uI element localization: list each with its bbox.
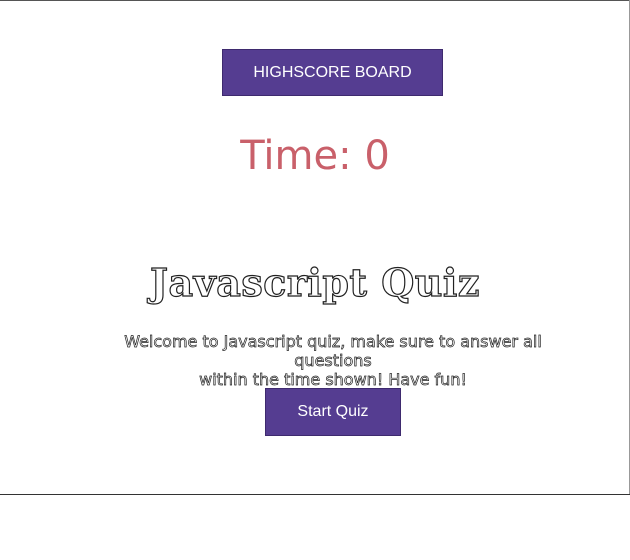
welcome-line-1: Welcome to Javascript quiz, make sure to… [124, 332, 542, 371]
highscore-board-button[interactable]: HIGHSCORE BOARD [222, 49, 443, 96]
welcome-message: Welcome to Javascript quiz, make sure to… [90, 332, 576, 390]
start-quiz-button[interactable]: Start Quiz [265, 388, 401, 436]
top-border [0, 0, 630, 1]
quiz-page: HIGHSCORE BOARD Time: 0 Javascript Quiz … [0, 0, 630, 560]
bottom-border [0, 494, 630, 495]
timer-display: Time: 0 [0, 132, 630, 180]
quiz-title: Javascript Quiz [149, 259, 480, 305]
timer-label: Time: [240, 133, 352, 179]
welcome-line-2: within the time shown! Have fun! [199, 370, 467, 390]
timer-value: 0 [364, 133, 390, 179]
